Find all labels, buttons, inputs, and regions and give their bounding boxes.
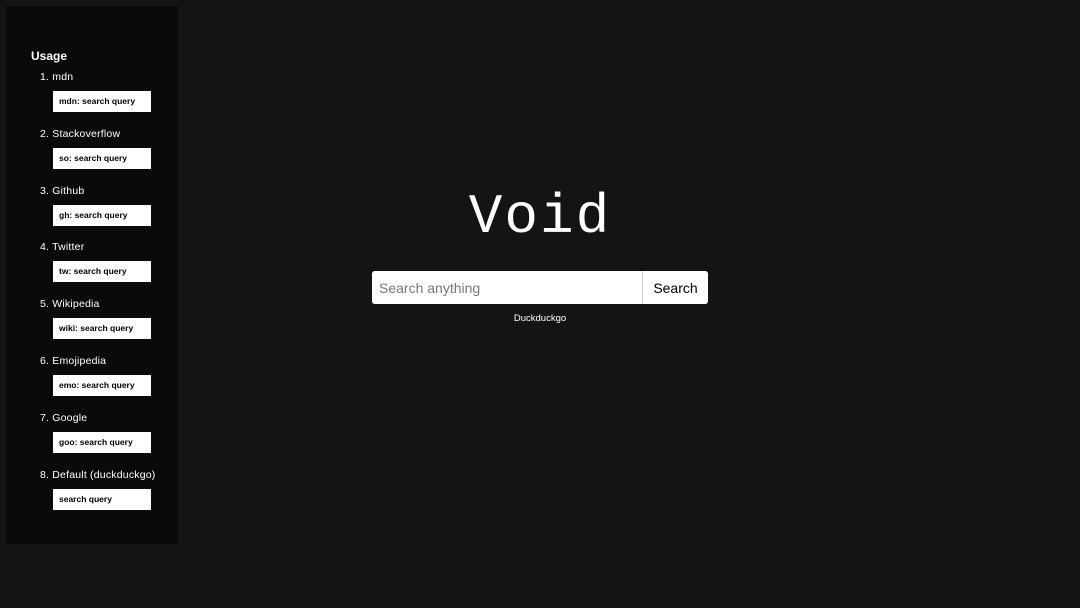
usage-item-label: 1. mdn xyxy=(40,71,74,83)
usage-item-example: mdn: search query xyxy=(53,91,151,112)
usage-title: Usage xyxy=(31,49,68,63)
usage-item-label: 8. Default (duckduckgo) xyxy=(40,468,156,481)
usage-item-example: goo: search query xyxy=(53,431,151,453)
usage-item-label: 6. Emojipedia xyxy=(40,354,107,367)
usage-item-example: tw: search query xyxy=(53,261,151,283)
usage-item-label: 2. Stackoverflow xyxy=(40,127,121,140)
usage-sidebar: Usage 1. mdn mdn: search query 2. Stacko… xyxy=(6,6,178,544)
usage-item-label: 7. Google xyxy=(40,411,88,424)
usage-item-example: so: search query xyxy=(53,147,151,169)
usage-item-example: search query xyxy=(53,488,151,510)
app-logo: Void xyxy=(468,185,612,249)
search-input[interactable] xyxy=(372,271,642,304)
search-form: Search xyxy=(372,271,708,304)
usage-item-example: emo: search query xyxy=(53,374,151,396)
search-button[interactable]: Search xyxy=(642,271,708,304)
usage-item-label: 5. Wikipedia xyxy=(40,298,100,311)
search-engine-label: Duckduckgo xyxy=(513,313,567,324)
